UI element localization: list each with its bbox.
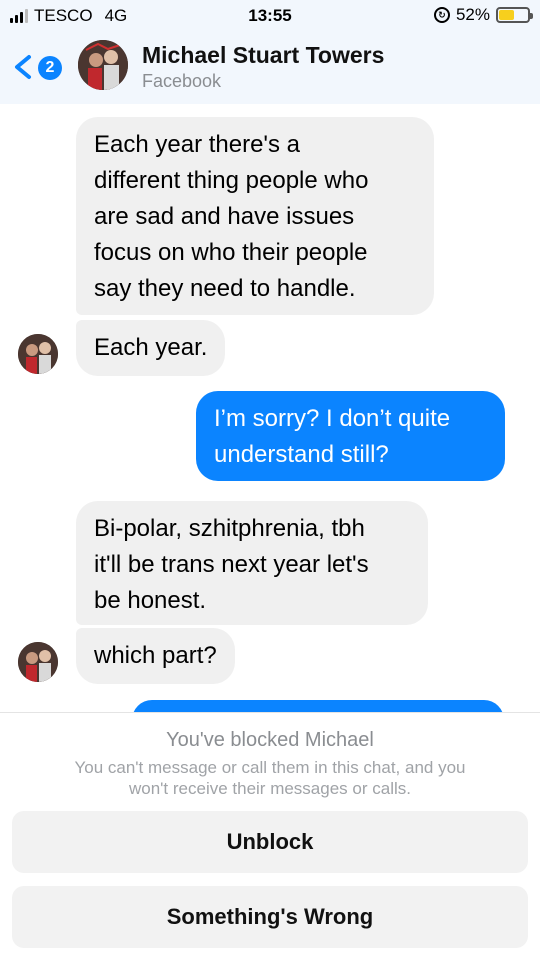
rotation-lock-icon: ↻ <box>433 7 450 23</box>
blocked-description: You can't message or call them in this c… <box>40 757 500 799</box>
message-line: different thing people who <box>94 167 369 194</box>
blocked-description-line: won't receive their messages or calls. <box>129 779 411 798</box>
message-bubble-incoming[interactable]: Bi-polar, szhitphrenia, tbh it'll be tra… <box>76 501 428 625</box>
blocked-title: You've blocked Michael <box>166 729 374 751</box>
blocked-contact-panel: You've blocked Michael You can't message… <box>0 712 540 960</box>
battery-icon <box>496 7 533 23</box>
something-wrong-button[interactable]: Something's Wrong <box>12 886 528 948</box>
message-line: Each year there's a <box>94 131 301 158</box>
contact-name[interactable]: Michael Stuart Towers <box>142 42 384 69</box>
sender-avatar[interactable] <box>18 334 58 374</box>
message-line: are sad and have issues <box>94 203 355 230</box>
message-bubble-incoming[interactable]: Each year. <box>76 320 226 376</box>
message-line: which part? <box>94 642 217 669</box>
message-bubble-incoming[interactable]: Each year there's a different thing peop… <box>76 117 434 315</box>
message-line: say they need to handle. <box>94 275 356 302</box>
message-line: it'll be trans next year let's <box>94 551 369 578</box>
battery-level-fill <box>499 10 514 20</box>
contact-avatar[interactable] <box>78 40 128 90</box>
message-bubble-outgoing[interactable]: I’m sorry? I don’t quite understand stil… <box>196 391 505 481</box>
message-line: I’m sorry? I don’t quite <box>214 405 451 432</box>
back-chevron-icon[interactable] <box>12 54 34 80</box>
message-line: Bi-polar, szhitphrenia, tbh <box>94 515 365 542</box>
blocked-description-line: You can't message or call them in this c… <box>74 758 466 777</box>
message-line: Each year. <box>94 334 208 361</box>
status-bar: TESCO 4G 13:55 ↻ 52% <box>0 0 540 34</box>
message-line: be honest. <box>94 587 207 614</box>
battery-info: ↻ 52% <box>433 5 533 25</box>
message-bubble-incoming[interactable]: which part? <box>76 628 235 684</box>
sender-avatar[interactable] <box>18 642 58 682</box>
unread-count-badge[interactable]: 2 <box>38 56 62 80</box>
contact-subtitle: Facebook <box>142 71 222 91</box>
battery-percent: 52% <box>455 5 490 24</box>
unblock-button[interactable]: Unblock <box>12 811 528 873</box>
message-line: understand still? <box>214 441 389 468</box>
message-line: focus on who their people <box>94 239 368 266</box>
chat-header: 2 Michael Stuart Towers Facebook <box>0 34 540 104</box>
